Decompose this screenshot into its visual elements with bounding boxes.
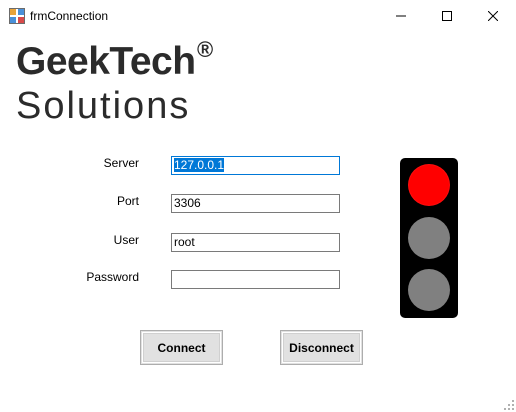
connect-button[interactable]: Connect — [140, 330, 223, 365]
title-bar[interactable]: frmConnection — [0, 0, 516, 31]
yellow-lamp — [408, 217, 450, 259]
server-input[interactable]: 127.0.0.1 — [171, 156, 340, 175]
traffic-light-status — [400, 158, 458, 318]
port-label: Port — [116, 194, 139, 208]
user-input-value: root — [174, 235, 195, 249]
minimize-icon — [396, 15, 406, 16]
maximize-button[interactable] — [424, 0, 470, 31]
password-input[interactable] — [171, 270, 340, 289]
logo-geektech: GeekTech — [16, 40, 196, 83]
port-input-value: 3306 — [174, 196, 201, 210]
green-lamp — [408, 269, 450, 311]
window-title: frmConnection — [30, 9, 109, 23]
logo-registered-mark: ® — [197, 37, 214, 62]
app-icon — [9, 8, 25, 24]
password-label: Password — [86, 270, 139, 284]
maximize-icon — [442, 10, 452, 21]
connection-window: frmConnection GeekTech ® Solutions Serve… — [0, 0, 516, 412]
disconnect-button[interactable]: Disconnect — [280, 330, 363, 365]
user-input[interactable]: root — [171, 233, 340, 252]
disconnect-button-label: Disconnect — [289, 340, 354, 355]
server-label: Server — [103, 156, 139, 170]
close-icon — [488, 10, 498, 21]
port-input[interactable]: 3306 — [171, 194, 340, 213]
minimize-button[interactable] — [378, 0, 424, 31]
resize-grip-icon[interactable] — [504, 400, 514, 410]
logo-solutions: Solutions — [16, 85, 191, 127]
user-label: User — [113, 233, 139, 247]
red-lamp — [408, 164, 450, 206]
close-button[interactable] — [470, 0, 516, 31]
connect-button-label: Connect — [157, 340, 206, 355]
server-input-value: 127.0.0.1 — [174, 158, 225, 172]
